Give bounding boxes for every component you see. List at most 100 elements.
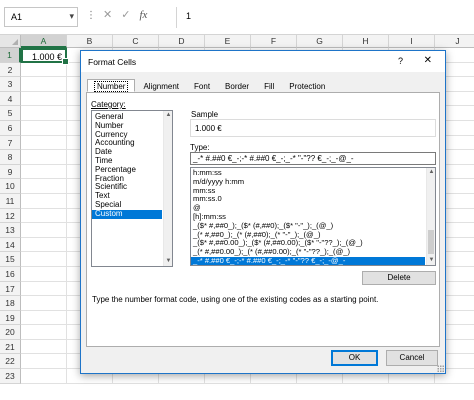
row-header[interactable]: 10 (0, 179, 21, 194)
cell[interactable] (21, 310, 67, 326)
format-code-item[interactable]: mm:ss.0 (191, 195, 425, 204)
row-header[interactable]: 3 (0, 77, 21, 92)
category-item[interactable]: Custom (92, 209, 162, 219)
row-header[interactable]: 7 (0, 135, 21, 151)
cancel-entry-icon[interactable]: ✕ (103, 8, 112, 21)
row-header[interactable]: 14 (0, 237, 21, 253)
cancel-button[interactable]: Cancel (386, 350, 438, 366)
cell[interactable] (21, 223, 67, 238)
column-header-b[interactable]: B (67, 35, 113, 48)
column-header-e[interactable]: E (205, 35, 251, 48)
cell[interactable] (21, 106, 67, 121)
name-box-value: A1 (11, 12, 23, 22)
column-header-f[interactable]: F (251, 35, 297, 48)
help-button[interactable]: ? (398, 56, 403, 66)
row-header[interactable]: 23 (0, 369, 21, 384)
close-button[interactable]: ✕ (424, 55, 432, 66)
tab-alignment[interactable]: Alignment (136, 79, 186, 92)
scroll-up-icon[interactable]: ▲ (427, 168, 435, 177)
format-code-item[interactable]: @ (191, 204, 425, 213)
scroll-up-icon[interactable]: ▲ (164, 111, 172, 120)
row-header[interactable]: 21 (0, 339, 21, 355)
column-header-i[interactable]: I (389, 35, 435, 48)
row-header[interactable]: 22 (0, 354, 21, 370)
cell[interactable] (21, 339, 67, 355)
select-all-button[interactable] (0, 35, 21, 48)
format-code-item[interactable]: _(* #,##0_);_(* (#,##0);_(* "-"_);_(@_) (191, 231, 425, 240)
column-header-d[interactable]: D (159, 35, 205, 48)
cell[interactable] (21, 164, 67, 180)
chevron-down-icon[interactable]: ▾ (69, 11, 74, 22)
type-input[interactable]: _-* #.##0 €_-;-* #.##0 €_-;_-* "-"?? €_-… (190, 152, 436, 165)
tab-fill[interactable]: Fill (257, 79, 281, 92)
row-header[interactable]: 8 (0, 150, 21, 165)
format-code-item[interactable]: h:mm:ss (191, 169, 425, 178)
format-code-item[interactable]: m/d/yyyy h:mm (191, 178, 425, 187)
row-header[interactable]: 20 (0, 325, 21, 340)
category-list[interactable]: General Number Currency Accounting Date Time P… (91, 110, 173, 267)
format-code-item[interactable]: mm:ss (191, 187, 425, 196)
enter-entry-icon[interactable]: ✓ (121, 8, 130, 21)
column-header-j[interactable]: J (435, 35, 474, 48)
dialog-titlebar[interactable]: Format Cells ? ✕ (81, 51, 445, 72)
delete-button[interactable]: Delete (362, 271, 436, 285)
cell[interactable] (21, 354, 67, 370)
column-header-g[interactable]: G (297, 35, 343, 48)
row-header[interactable]: 11 (0, 193, 21, 209)
cell[interactable] (21, 296, 67, 311)
format-code-item[interactable]: _($* #,##0_);_($* (#,##0);_($* "-"_);_(@… (191, 222, 425, 231)
cell[interactable] (21, 179, 67, 194)
format-code-item[interactable]: _(* #,##0.00_);_(* (#,##0.00);_(* "-"??_… (191, 248, 425, 257)
cell[interactable] (21, 208, 67, 224)
cell[interactable] (21, 369, 67, 384)
row-header[interactable]: 4 (0, 91, 21, 107)
row-header[interactable]: 18 (0, 296, 21, 311)
cell[interactable] (21, 266, 67, 282)
active-cell-a1[interactable]: 1.000 € (21, 48, 69, 65)
format-code-item[interactable]: [h]:mm:ss (191, 213, 425, 222)
cell[interactable] (21, 252, 67, 267)
row-header[interactable]: 12 (0, 208, 21, 224)
cell[interactable] (21, 237, 67, 253)
tab-number[interactable]: Number (87, 79, 136, 92)
format-list-scrollbar[interactable]: ▲ ▼ (426, 168, 435, 265)
scroll-thumb[interactable] (428, 230, 434, 254)
row-header[interactable]: 16 (0, 266, 21, 282)
ok-button[interactable]: OK (331, 350, 378, 366)
cell[interactable] (21, 120, 67, 136)
tab-protection[interactable]: Protection (282, 79, 332, 92)
tab-font[interactable]: Font (187, 79, 217, 92)
cell[interactable] (21, 135, 67, 151)
cell[interactable] (21, 91, 67, 107)
insert-function-button[interactable]: fx (139, 9, 147, 21)
cell[interactable] (21, 193, 67, 209)
row-header[interactable]: 19 (0, 310, 21, 326)
cell[interactable] (21, 281, 67, 297)
format-code-item[interactable]: _($* #,##0.00_);_($* (#,##0.00);_($* "-"… (191, 239, 425, 248)
row-header[interactable]: 9 (0, 164, 21, 180)
row-header[interactable]: 17 (0, 281, 21, 297)
row-header[interactable]: 15 (0, 252, 21, 267)
name-box[interactable]: A1 ▾ (4, 7, 78, 27)
formula-input[interactable]: 1 (178, 7, 474, 27)
cell[interactable] (21, 62, 67, 78)
column-header-c[interactable]: C (113, 35, 159, 48)
cell[interactable] (21, 77, 67, 92)
row-header[interactable]: 5 (0, 106, 21, 121)
row-header[interactable]: 6 (0, 120, 21, 136)
cell[interactable] (21, 150, 67, 165)
category-scrollbar[interactable]: ▲ ▼ (163, 111, 172, 266)
row-header[interactable]: 13 (0, 223, 21, 238)
format-code-list[interactable]: h:mm:ss m/d/yyyy h:mm mm:ss mm:ss.0 @ [h]:mm:… (190, 167, 436, 266)
format-code-item[interactable]: _-* #.##0 €_-;-* #.##0 €_-;_-* "-"?? €_-… (191, 256, 425, 265)
tab-border[interactable]: Border (218, 79, 256, 92)
resize-grip-icon[interactable] (437, 365, 444, 372)
scroll-down-icon[interactable]: ▼ (427, 256, 435, 265)
formula-bar-grip-icon[interactable]: ⋮ (86, 10, 96, 21)
column-header-h[interactable]: H (343, 35, 389, 48)
cell[interactable] (21, 325, 67, 340)
column-header-a[interactable]: A (21, 35, 67, 48)
row-header[interactable]: 1 (0, 48, 21, 63)
row-header[interactable]: 2 (0, 62, 21, 78)
scroll-down-icon[interactable]: ▼ (164, 257, 172, 266)
